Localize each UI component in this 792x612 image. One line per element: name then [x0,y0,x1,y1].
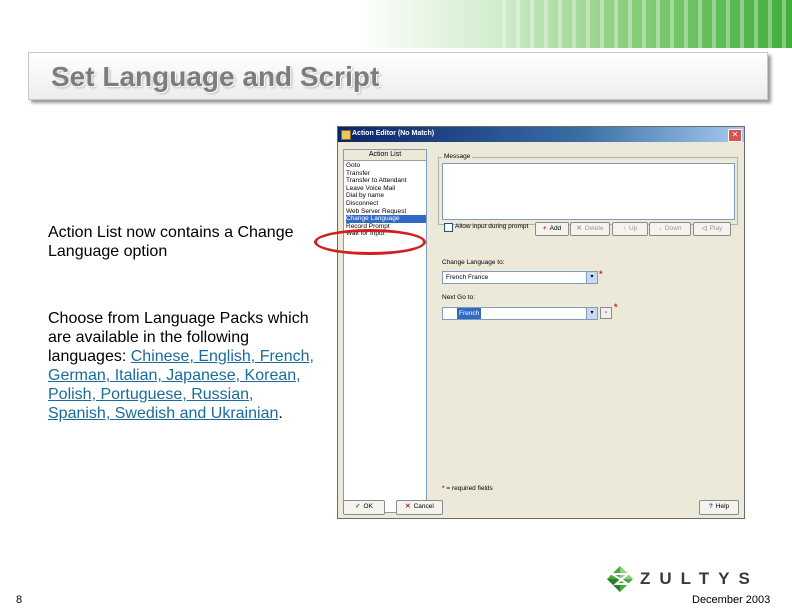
action-list-item[interactable]: Leave Voice Mail [346,185,426,193]
required-marker: * [614,302,618,312]
change-language-select[interactable]: French France ▾ [442,271,598,284]
cancel-button[interactable]: ✕ Cancel [396,500,443,515]
action-list-item[interactable]: Transfer [346,170,426,178]
help-icon: ? [708,503,713,510]
action-list-header: Action List [344,150,426,161]
banner-stripes [492,0,792,48]
required-marker: * [599,269,603,279]
message-label: Message [442,153,473,160]
required-marker: * [442,485,445,492]
cancel-label: Cancel [413,503,434,510]
down-button[interactable]: ↓ Down [649,222,691,236]
add-icon: + [542,225,547,232]
dialog-title: Action Editor (No Match) [352,130,435,137]
ok-label: OK [363,503,373,510]
add-button[interactable]: + Add [535,222,569,236]
footer-date: December 2003 [692,594,771,606]
down-arrow-icon: ↓ [658,225,662,232]
zultys-logo-mark-icon [607,566,633,592]
delete-label: Delete [584,225,604,232]
up-arrow-icon: ↑ [622,225,626,232]
action-list-item[interactable]: Change Language [346,215,426,223]
action-list-item[interactable]: Transfer to Attendant [346,177,426,185]
next-goto-value: French [457,308,482,319]
up-label: Up [628,225,638,232]
add-label: Add [549,225,562,232]
delete-button[interactable]: ✕ Delete [570,222,610,236]
change-language-value: French France [446,274,489,281]
up-button[interactable]: ↑ Up [612,222,648,236]
dialog-titlebar: Action Editor (No Match) ✕ [338,127,744,142]
paragraph-language-packs: Choose from Language Packs which are ava… [48,309,318,423]
action-list: Action List Goto Transfer Transfer to Atte… [343,149,427,513]
zultys-logo: ZULTYS [606,565,776,595]
ok-button[interactable]: ✓ OK [343,500,385,515]
logo-text: ZULTYS [640,569,759,588]
page-number: 8 [16,594,23,606]
chevron-down-icon[interactable]: ▾ [586,308,597,319]
change-language-label: Change Language to: [442,259,505,266]
down-label: Down [664,225,682,232]
play-label: Play [709,225,723,232]
paragraph-end: . [278,405,283,422]
title-box: Set Language and Script [28,52,768,100]
action-list-item[interactable]: Disconnect [346,200,426,208]
check-icon: ✓ [355,503,361,510]
cancel-icon: ✕ [405,503,411,510]
close-button[interactable]: ✕ [728,129,742,142]
required-note: * = required fields [442,485,493,492]
allow-input-label: Allow input during prompt [455,223,529,230]
help-label: Help [715,503,730,510]
required-note-text: = required fields [446,485,493,492]
next-goto-select[interactable]: French ▾ [442,307,598,320]
app-icon [341,130,351,140]
chevron-down-icon[interactable]: ▾ [586,272,597,283]
action-list-item[interactable]: Web Server Request [346,208,426,216]
delete-icon: ✕ [576,225,582,232]
goto-options-button[interactable]: ▫ [600,307,612,319]
paragraph-action-list: Action List now contains a Change Langua… [48,224,294,260]
next-goto-label: Next Go to: [442,294,475,301]
message-textarea[interactable] [442,163,735,220]
highlight-ellipse [314,229,426,255]
header-banner [0,0,792,48]
play-button[interactable]: ◁ Play [693,222,731,236]
action-editor-dialog: Action Editor (No Match) ✕ Action List G… [337,126,745,519]
play-icon: ◁ [701,225,707,232]
action-list-item[interactable]: Dial by name [346,192,426,200]
action-list-item[interactable]: Goto [346,162,426,170]
allow-input-checkbox[interactable] [444,223,453,232]
help-button[interactable]: ? Help [699,500,739,515]
slide-title: Set Language and Script [51,61,380,92]
action-list-items: Goto Transfer Transfer to Attendant Leave V… [346,162,426,238]
